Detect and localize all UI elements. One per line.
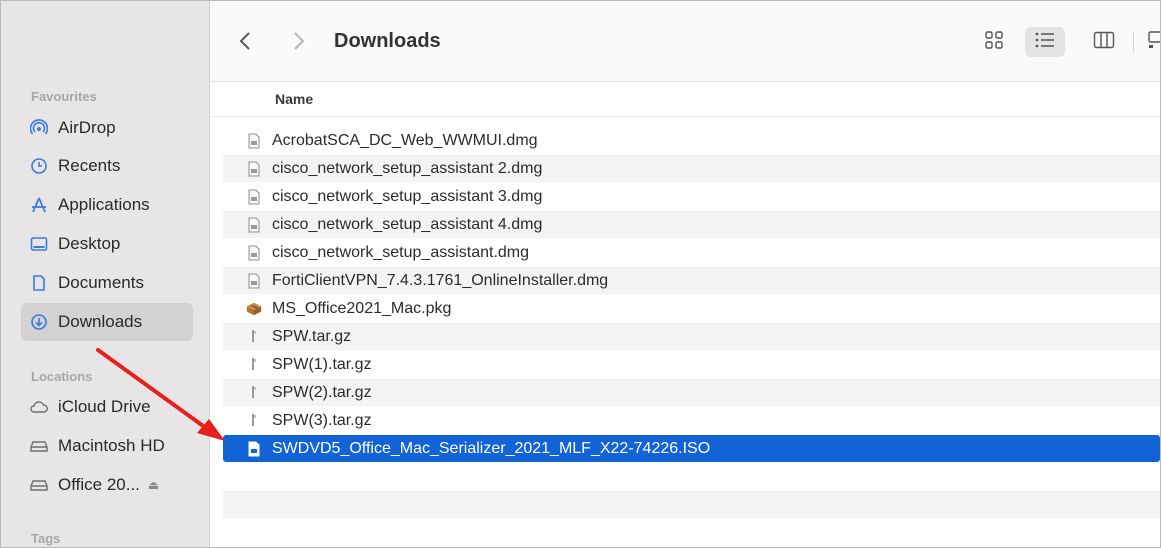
sidebar-item-label: Desktop (58, 234, 121, 253)
file-row[interactable]: SPW(2).tar.gz (223, 379, 1160, 406)
file-row[interactable]: cisco_network_setup_assistant.dmg (223, 239, 1160, 266)
list-view-button[interactable] (1025, 27, 1065, 57)
column-view-button[interactable] (1084, 27, 1124, 57)
file-row-selected[interactable]: SWDVD5_Office_Mac_Serializer_2021_MLF_X2… (223, 435, 1160, 462)
file-name: cisco_network_setup_assistant.dmg (272, 243, 530, 261)
tags-heading: Tags (31, 531, 61, 546)
file-row[interactable]: cisco_network_setup_assistant 2.dmg (223, 155, 1160, 182)
sidebar: Favourites AirDrop Recents Applications … (1, 1, 210, 547)
file-name: SWDVD5_Office_Mac_Serializer_2021_MLF_X2… (272, 439, 711, 457)
archive-file-icon (246, 328, 262, 346)
file-name: MS_Office2021_Mac.pkg (272, 299, 452, 317)
gallery-icon (1147, 30, 1160, 55)
empty-row (223, 519, 1160, 546)
sidebar-item-label: AirDrop (58, 118, 116, 137)
sidebar-item-applications[interactable]: Applications (21, 186, 193, 224)
sidebar-item-macintosh-hd[interactable]: Macintosh HD (21, 427, 193, 465)
file-row[interactable]: MS_Office2021_Mac.pkg (223, 295, 1160, 322)
disk-icon (29, 475, 49, 495)
empty-row (223, 491, 1160, 518)
chevron-left-icon (239, 31, 251, 56)
disk-icon (29, 436, 49, 456)
columns-icon (1093, 31, 1115, 54)
download-icon (29, 312, 49, 332)
toolbar: Downloads (210, 1, 1160, 82)
file-name: FortiClientVPN_7.4.3.1761_OnlineInstalle… (272, 271, 609, 289)
cloud-icon (29, 397, 49, 417)
dmg-file-icon (246, 132, 262, 150)
file-name: AcrobatSCA_DC_Web_WWMUI.dmg (272, 131, 538, 149)
sidebar-item-label: iCloud Drive (58, 397, 151, 416)
sidebar-item-label: Applications (58, 195, 150, 214)
sidebar-item-documents[interactable]: Documents (21, 264, 193, 302)
archive-file-icon (246, 356, 262, 374)
clock-icon (29, 156, 49, 176)
back-button[interactable] (232, 29, 258, 57)
sidebar-item-recents[interactable]: Recents (21, 147, 193, 185)
file-name: SPW(2).tar.gz (272, 383, 372, 401)
forward-button[interactable] (286, 29, 312, 57)
icon-view-button[interactable] (974, 27, 1014, 57)
gallery-view-button[interactable] (1147, 27, 1160, 57)
sidebar-item-icloud-drive[interactable]: iCloud Drive (21, 388, 193, 426)
sidebar-item-desktop[interactable]: Desktop (21, 225, 193, 263)
file-name: SPW.tar.gz (272, 327, 352, 345)
finder-window: Favourites AirDrop Recents Applications … (0, 0, 1161, 548)
list-icon (1034, 31, 1056, 54)
applications-icon (29, 195, 49, 215)
sidebar-item-label: Documents (58, 273, 144, 292)
eject-icon[interactable]: ⏏ (148, 478, 159, 492)
dmg-file-icon (246, 272, 262, 290)
dmg-file-icon (246, 216, 262, 234)
locations-heading: Locations (31, 369, 93, 384)
desktop-icon (29, 234, 49, 254)
file-name: cisco_network_setup_assistant 4.dmg (272, 215, 543, 233)
sidebar-item-office-volume[interactable]: Office 20... ⏏ (21, 466, 193, 504)
file-row[interactable]: SPW(1).tar.gz (223, 351, 1160, 378)
chevron-right-icon (293, 31, 305, 56)
dmg-file-icon (246, 244, 262, 262)
favourites-heading: Favourites (31, 89, 97, 104)
iso-file-icon (246, 440, 262, 458)
sidebar-item-airdrop[interactable]: AirDrop (21, 109, 193, 147)
package-icon (246, 300, 262, 318)
window-title: Downloads (334, 30, 441, 52)
archive-file-icon (246, 384, 262, 402)
airdrop-icon (29, 118, 49, 138)
sidebar-item-label: Recents (58, 156, 121, 175)
file-row[interactable]: AcrobatSCA_DC_Web_WWMUI.dmg (223, 127, 1160, 154)
sidebar-item-downloads[interactable]: Downloads (21, 303, 193, 341)
file-row[interactable]: SPW.tar.gz (223, 323, 1160, 350)
dmg-file-icon (246, 188, 262, 206)
archive-file-icon (246, 412, 262, 430)
file-name: cisco_network_setup_assistant 2.dmg (272, 159, 543, 177)
file-row[interactable]: cisco_network_setup_assistant 4.dmg (223, 211, 1160, 238)
column-header-name[interactable]: Name (275, 91, 313, 107)
sidebar-item-label: Downloads (58, 312, 143, 331)
sidebar-item-label: Office 20... (58, 475, 140, 494)
column-header: Name (210, 82, 1160, 117)
dmg-file-icon (246, 160, 262, 178)
file-name: SPW(1).tar.gz (272, 355, 372, 373)
toolbar-divider (1133, 31, 1134, 53)
empty-row (223, 463, 1160, 490)
file-name: SPW(3).tar.gz (272, 411, 372, 429)
document-icon (29, 273, 49, 293)
file-row[interactable]: SPW(3).tar.gz (223, 407, 1160, 434)
grid-icon (984, 30, 1004, 55)
sidebar-item-label: Macintosh HD (58, 436, 165, 455)
file-name: cisco_network_setup_assistant 3.dmg (272, 187, 543, 205)
file-row[interactable]: cisco_network_setup_assistant 3.dmg (223, 183, 1160, 210)
file-row[interactable]: FortiClientVPN_7.4.3.1761_OnlineInstalle… (223, 267, 1160, 294)
